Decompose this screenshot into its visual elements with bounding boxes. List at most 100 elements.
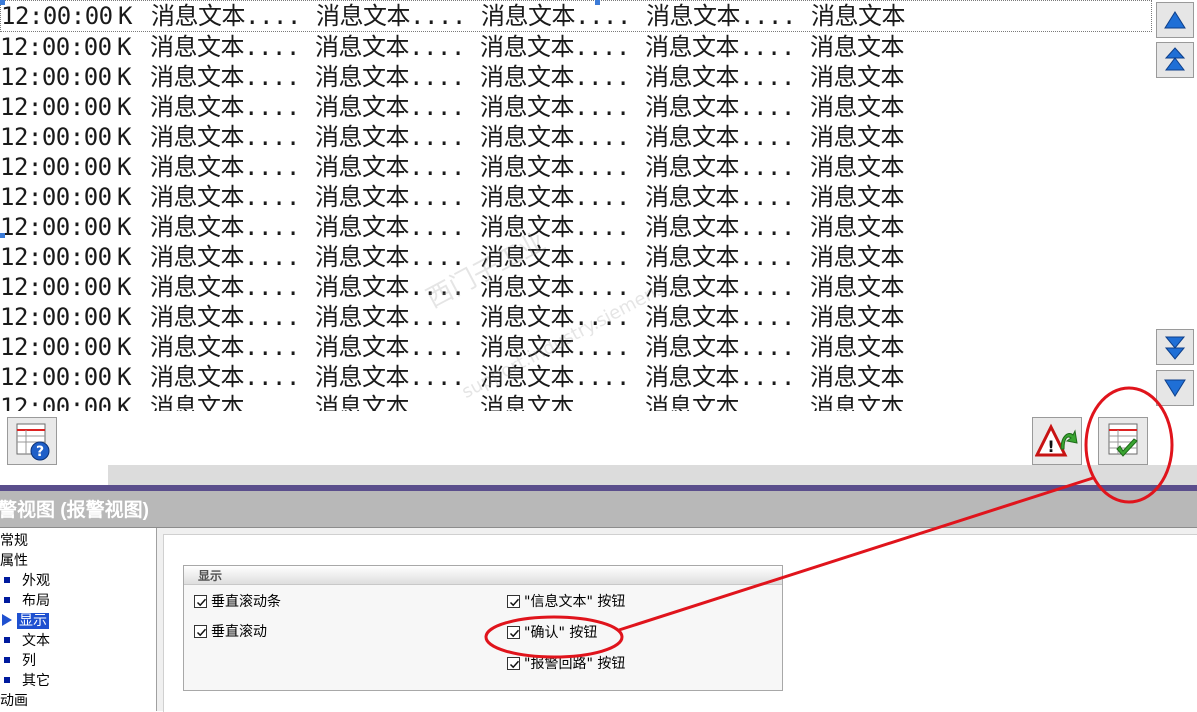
vertical-scroll-checkbox[interactable]: 垂直滚动: [194, 622, 267, 642]
alarm-message-text: 消息文本....: [315, 243, 465, 271]
alarm-row[interactable]: 12:00:00 K 消息文本.... 消息文本.... 消息文本.... 消息文本...…: [0, 212, 1152, 242]
alarm-status: K: [117, 183, 131, 211]
alarm-time: 12:00:00: [0, 63, 112, 91]
scroll-down-icon: [1164, 379, 1186, 397]
alarm-message-text: 消息文本....: [315, 303, 465, 331]
alarm-message-text: 消息文本....: [150, 153, 300, 181]
loop-in-alarm-button[interactable]: !: [1032, 417, 1082, 465]
alarm-row[interactable]: 12:00:00 K 消息文本.... 消息文本.... 消息文本.... 消息文本...…: [0, 152, 1152, 182]
alarm-row[interactable]: 12:00:00 K 消息文本.... 消息文本.... 消息文本.... 消息文本...…: [0, 122, 1152, 152]
nav-item-properties[interactable]: 属性: [0, 551, 28, 571]
alarm-message-text: 消息文本....: [645, 243, 795, 271]
nav-item-label: 属性: [0, 553, 28, 569]
checkbox-checked-icon: [194, 624, 207, 638]
info-text-icon: ?: [16, 423, 50, 461]
alarm-message-text: 消息文本....: [645, 33, 795, 61]
nav-item-label: 列: [22, 653, 36, 669]
alarm-row[interactable]: 12:00:00 K 消息文本.... 消息文本.... 消息文本.... 消息文本...…: [0, 242, 1152, 272]
alarm-message-text: 消息文本....: [645, 153, 795, 181]
nav-item-columns[interactable]: 列: [4, 651, 36, 671]
page-up-button[interactable]: [1156, 42, 1194, 78]
alarm-row[interactable]: 12:00:00 K 消息文本.... 消息文本.... 消息文本.... 消息文本...…: [0, 332, 1152, 362]
nav-item-label: 文本: [22, 633, 50, 649]
loop-in-alarm-button-checkbox[interactable]: "报警回路" 按钮: [507, 654, 625, 674]
checkbox-label: "报警回路" 按钮: [524, 656, 626, 672]
alarm-time: 12:00:00: [0, 363, 112, 391]
info-text-button-checkbox[interactable]: "信息文本" 按钮: [507, 592, 625, 612]
nav-item-label: 外观: [22, 573, 50, 589]
alarm-message-text: 消息文本....: [315, 333, 465, 361]
alarm-message-text: 消息文本....: [315, 183, 465, 211]
property-content-panel: 显示 垂直滚动条 垂直滚动 "信息文本" 按钮 "确认" 按钮 "报警回路" 按…: [157, 528, 1197, 712]
page-down-icon: [1164, 336, 1186, 360]
page-down-button[interactable]: [1156, 329, 1194, 365]
scroll-down-button[interactable]: [1156, 370, 1194, 406]
nav-item-layout[interactable]: 布局: [4, 591, 50, 611]
vertical-scrollbar-checkbox[interactable]: 垂直滚动条: [194, 592, 281, 612]
alarm-message-text: 消息文本....: [150, 183, 300, 211]
alarm-message-text: 消息文本....: [480, 303, 630, 331]
alarm-status: K: [117, 63, 131, 91]
nav-item-general[interactable]: 常规: [0, 531, 28, 551]
bullet-icon: [4, 657, 10, 663]
alarm-message-text: 消息文本....: [645, 273, 795, 301]
nav-item-misc[interactable]: 其它: [4, 671, 50, 691]
alarm-status: K: [117, 363, 131, 391]
nav-item-display[interactable]: 显示: [2, 611, 49, 631]
alarm-row[interactable]: 12:00:00 K 消息文本.... 消息文本.... 消息文本.... 消息文本...…: [0, 392, 1152, 412]
selection-handle: [0, 0, 5, 5]
alarm-message-text: 消息文本....: [645, 363, 795, 391]
alarm-row[interactable]: 12:00:00 K 消息文本.... 消息文本.... 消息文本.... 消息文本...…: [0, 362, 1152, 392]
alarm-status: K: [117, 33, 131, 61]
alarm-message-text: 消息文本....: [480, 63, 630, 91]
checkbox-checked-icon: [507, 594, 520, 608]
alarm-message-text: 消息文本....: [645, 393, 795, 412]
nav-item-text[interactable]: 文本: [4, 631, 50, 651]
alarm-message-text: 消息文本....: [480, 183, 630, 211]
nav-item-label: 动画: [0, 693, 28, 709]
alarm-message-text: 消息文本: [810, 273, 905, 301]
alarm-message-text: 消息文本....: [480, 243, 630, 271]
alarm-status: K: [117, 243, 131, 271]
alarm-time: 12:00:00: [0, 243, 112, 271]
alarm-message-text: 消息文本....: [315, 213, 465, 241]
acknowledge-button[interactable]: [1098, 417, 1148, 465]
bullet-icon: [4, 637, 10, 643]
alarm-time: 12:00:00: [0, 183, 112, 211]
alarm-message-text: 消息文本....: [480, 213, 630, 241]
nav-item-animation[interactable]: 动画: [0, 691, 28, 711]
scroll-panel: [1152, 0, 1197, 411]
acknowledge-icon: [1108, 423, 1138, 457]
bullet-icon: [4, 577, 10, 583]
alarm-time: 12:00:00: [1, 2, 113, 30]
alarm-message-text: 消息文本: [810, 153, 905, 181]
alarm-message-text: 消息文本....: [150, 33, 300, 61]
group-title: 显示: [198, 569, 223, 583]
alarm-message-text: 消息文本....: [151, 2, 301, 30]
alarm-list[interactable]: 12:00:00 K 消息文本.... 消息文本.... 消息文本.... 消息文本...…: [0, 0, 1152, 412]
alarm-message-text: 消息文本....: [645, 183, 795, 211]
alarm-message-text: 消息文本....: [150, 273, 300, 301]
alarm-row[interactable]: 12:00:00 K 消息文本.... 消息文本.... 消息文本.... 消息文本...…: [0, 272, 1152, 302]
nav-item-appearance[interactable]: 外观: [4, 571, 50, 591]
alarm-row[interactable]: 12:00:00 K 消息文本.... 消息文本.... 消息文本.... 消息文本...…: [0, 62, 1152, 92]
ack-button-checkbox[interactable]: "确认" 按钮: [507, 623, 597, 643]
alarm-message-text: 消息文本: [810, 123, 905, 151]
alarm-message-text: 消息文本....: [315, 123, 465, 151]
alarm-message-text: 消息文本....: [480, 363, 630, 391]
scroll-up-button[interactable]: [1156, 2, 1194, 38]
alarm-row[interactable]: 12:00:00 K 消息文本.... 消息文本.... 消息文本.... 消息文本...…: [0, 302, 1152, 332]
alarm-time: 12:00:00: [0, 33, 112, 61]
alarm-row[interactable]: 12:00:00 K 消息文本.... 消息文本.... 消息文本.... 消息文本...…: [0, 0, 1152, 32]
info-text-button[interactable]: ?: [7, 417, 57, 465]
alarm-row[interactable]: 12:00:00 K 消息文本.... 消息文本.... 消息文本.... 消息文本...…: [0, 32, 1152, 62]
alarm-message-text: 消息文本: [810, 393, 905, 412]
nav-item-label: 显示: [17, 613, 49, 629]
alarm-row[interactable]: 12:00:00 K 消息文本.... 消息文本.... 消息文本.... 消息文本...…: [0, 92, 1152, 122]
alarm-row[interactable]: 12:00:00 K 消息文本.... 消息文本.... 消息文本.... 消息文本...…: [0, 182, 1152, 212]
alarm-message-text: 消息文本: [810, 333, 905, 361]
alarm-message-text: 消息文本....: [480, 153, 630, 181]
alarm-message-text: 消息文本....: [645, 63, 795, 91]
scroll-up-icon: [1164, 11, 1186, 29]
alarm-message-text: 消息文本....: [645, 93, 795, 121]
